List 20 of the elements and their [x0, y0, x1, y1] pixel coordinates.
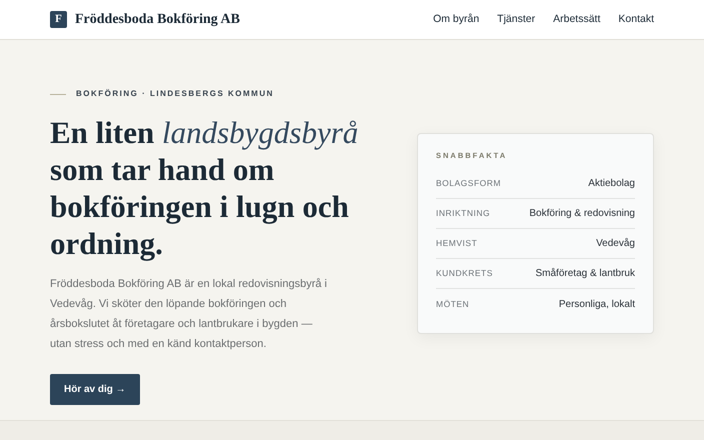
contact-button[interactable]: Hör av dig →	[50, 374, 140, 405]
fact-value: Aktiebolag	[588, 177, 635, 192]
nav-link[interactable]: Om byrån	[433, 12, 480, 28]
kicker-text: BOKFÖRING · LINDESBERGS KOMMUN	[76, 88, 274, 100]
fact-value: Småföretag & lantbruk	[536, 267, 635, 282]
nav-link[interactable]: Arbetssätt	[553, 12, 600, 28]
intro-paragraph: Fröddesboda Bokföring AB är en lokal redovisningsbyrå i Vedevåg. Vi sköter den löpande bokföringen och årsbokslutet åt företagare och lantbrukare i bygden — utan stress och med en känd kontaktperson.	[50, 277, 328, 352]
nav-link[interactable]: Kontakt	[618, 12, 654, 28]
fact-value: Vedevåg	[596, 237, 635, 252]
fact-label: KUNDKRETS	[436, 267, 493, 280]
brand-name: Fröddesboda Bokföring AB	[75, 11, 240, 29]
hero-heading: En liten landsbygdsbyrå som tar hand om bokföringen i lugn och ordning.	[50, 114, 360, 262]
fact-label: MÖTEN	[436, 298, 470, 311]
nav-link[interactable]: Tjänster	[497, 12, 536, 28]
logo-mark: F	[50, 11, 67, 28]
fact-label: BOLAGSFORM	[436, 177, 501, 190]
fact-value: Bokföring & redovisning	[529, 207, 635, 222]
fact-label: HEMVIST	[436, 237, 478, 250]
fact-value: Personliga, lokalt	[558, 298, 635, 312]
fact-label: INRIKTNING	[436, 207, 490, 220]
